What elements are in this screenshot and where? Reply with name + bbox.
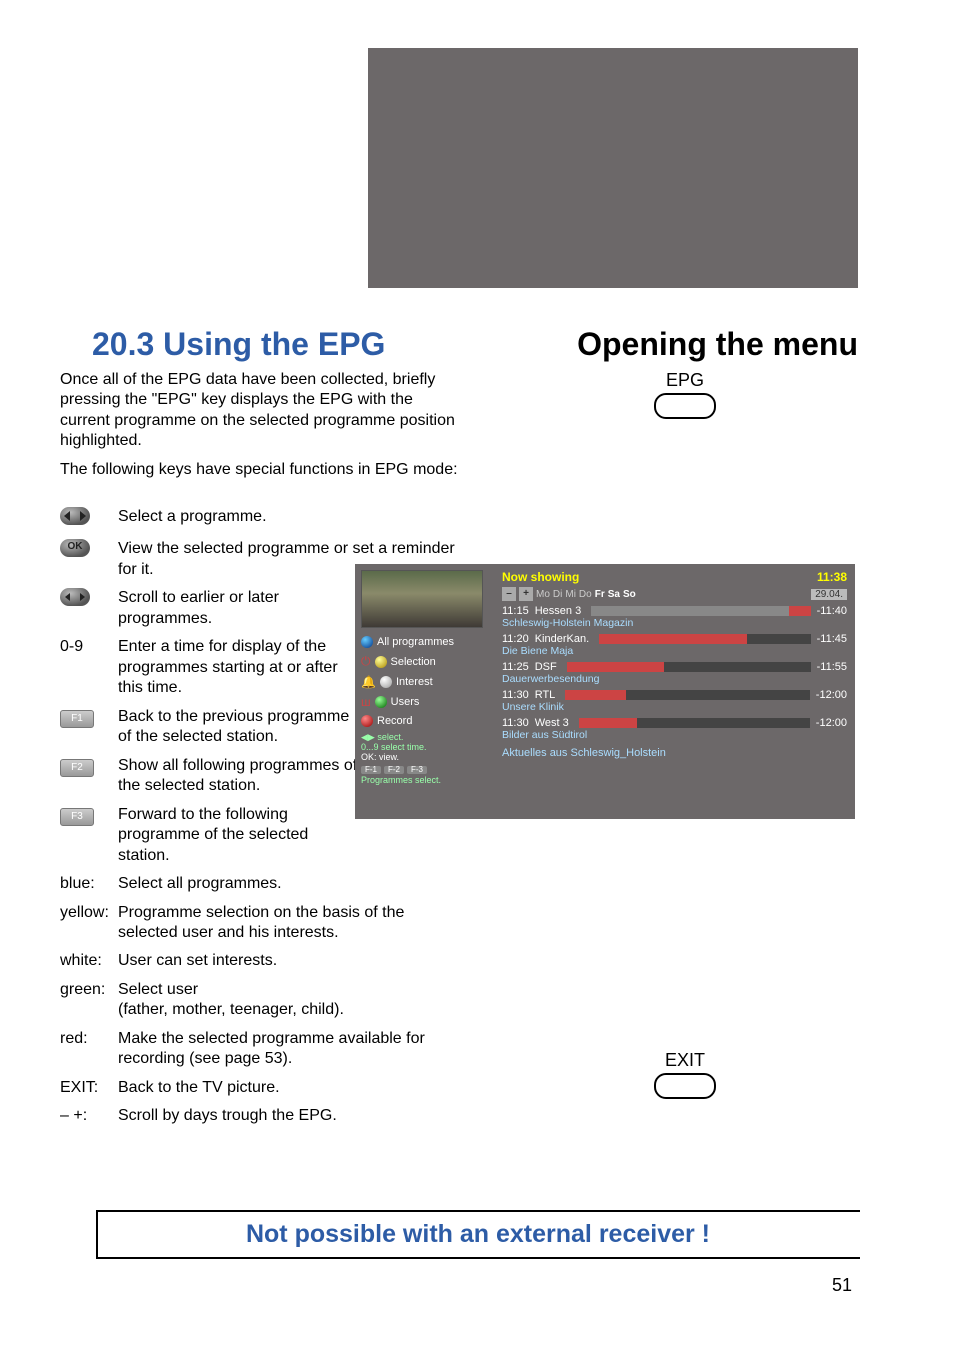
f3-icon: F3 xyxy=(60,808,94,826)
key-white-text: User can set interests. xyxy=(118,951,460,971)
heading-left: 20.3 Using the EPG xyxy=(92,326,385,363)
epg-programme-item: 11:30RTL-12:00Unsere Klinik xyxy=(502,689,847,713)
opt-record: Record xyxy=(377,715,412,727)
f1-icon: F1 xyxy=(60,710,94,728)
exit-key-shape-icon xyxy=(654,1073,716,1099)
epg-key-label: EPG xyxy=(500,370,870,391)
legend-text: ◀▶ select. 0...9 select time. OK: view. … xyxy=(361,733,494,786)
heading-right: Opening the menu xyxy=(577,326,858,363)
legend-f1-icon: F-1 xyxy=(361,766,381,775)
legend-f2-icon: F-2 xyxy=(384,766,404,775)
yellow-dot-icon xyxy=(375,656,387,668)
key-lr-text: Select a programme. xyxy=(118,507,460,527)
footer-warning-box: Not possible with an external receiver ! xyxy=(96,1210,858,1259)
f2-icon: F2 xyxy=(60,759,94,777)
exit-key-label: EXIT xyxy=(500,1050,870,1071)
epg-title: Now showing xyxy=(502,570,579,584)
key-yellow-text: Programme selection on the basis of the … xyxy=(118,903,460,944)
epg-key-shape-icon xyxy=(654,393,716,419)
epg-bottom-text: Aktuelles aus Schleswig_Holstein xyxy=(502,747,847,759)
key-09-label: 0-9 xyxy=(60,637,118,657)
key-exit-label: EXIT: xyxy=(60,1078,118,1098)
key-red-label: red: xyxy=(60,1029,118,1049)
key-f1-text: Back to the previous programme of the se… xyxy=(118,707,358,748)
key-f3-text: Forward to the following programme of th… xyxy=(118,805,358,866)
opt-interest: Interest xyxy=(396,676,433,688)
blue-dot-icon xyxy=(361,636,373,648)
key-yellow-label: yellow: xyxy=(60,903,118,923)
key-pm-label: – +: xyxy=(60,1106,118,1126)
day-minus-icon: – xyxy=(502,587,516,601)
opt-all-programmes: All programmes xyxy=(377,636,454,648)
bell-icon: 🔔 xyxy=(361,675,376,689)
epg-screenshot-panel: All programmes ⏻ Selection 🔔 Interest ш Use… xyxy=(355,564,855,819)
key-green-text: Select user (father, mother, teenager, c… xyxy=(118,980,460,1021)
left-right-icon xyxy=(60,507,90,525)
opt-selection: Selection xyxy=(391,656,436,668)
day-plus-icon: + xyxy=(519,587,533,601)
key-pm-text: Scroll by days trough the EPG. xyxy=(118,1106,460,1126)
epg-days-row: – + Mo Di Mi Do Fr Sa So 29.04. xyxy=(502,587,847,601)
key-blue-label: blue: xyxy=(60,874,118,894)
intro-paragraph-1: Once all of the EPG data have been colle… xyxy=(60,370,460,452)
key-exit-text: Back to the TV picture. xyxy=(118,1078,460,1098)
ok-icon xyxy=(60,539,90,557)
key-blue-text: Select all programmes. xyxy=(118,874,460,894)
left-right-small-icon xyxy=(60,588,90,606)
intro-paragraph-2: The following keys have special function… xyxy=(60,460,460,480)
key-green-label: green: xyxy=(60,980,118,1000)
key-f2-text: Show all following programmes of the sel… xyxy=(118,756,358,797)
opt-users: Users xyxy=(391,696,420,708)
epg-programme-item: 11:25DSF-11:55Dauerwerbesendung xyxy=(502,661,847,685)
page-number: 51 xyxy=(832,1275,852,1296)
white-dot-icon xyxy=(380,676,392,688)
red-dot-icon xyxy=(361,715,373,727)
key-09-text: Enter a time for display of the programm… xyxy=(118,637,358,698)
power-icon: ⏻ xyxy=(361,654,371,669)
epg-programme-item: 11:15Hessen 3-11:40Schleswig-Holstein Ma… xyxy=(502,605,847,629)
legend-f3-icon: F-3 xyxy=(407,766,427,775)
key-red-text: Make the selected programme available fo… xyxy=(118,1029,460,1070)
green-dot-icon xyxy=(375,696,387,708)
key-lr2-text: Scroll to earlier or later programmes. xyxy=(118,588,358,629)
key-white-label: white: xyxy=(60,951,118,971)
epg-programme-item: 11:20KinderKan.-11:45Die Biene Maja xyxy=(502,633,847,657)
epg-programme-item: 11:30West 3-12:00Bilder aus Südtirol xyxy=(502,717,847,741)
header-gray-block xyxy=(368,48,858,288)
epg-preview-image xyxy=(361,570,483,628)
epg-clock: 11:38 xyxy=(817,570,847,584)
user-icon: ш xyxy=(361,695,371,709)
epg-date: 29.04. xyxy=(811,589,847,600)
